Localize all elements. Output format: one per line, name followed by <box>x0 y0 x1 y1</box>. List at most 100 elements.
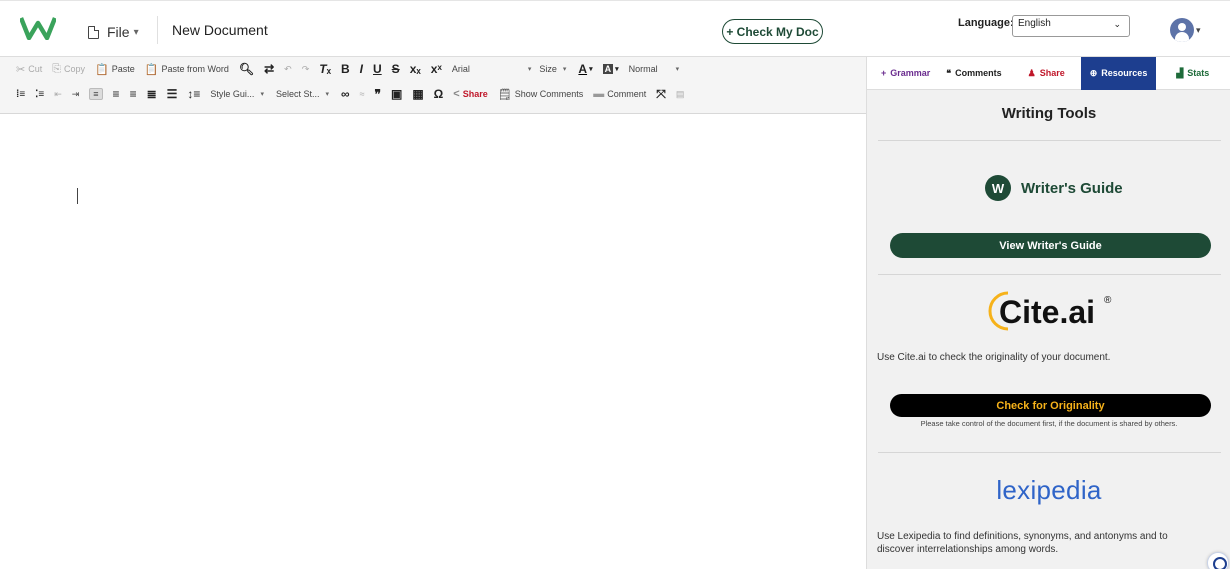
align-justify-button[interactable]: ≣ <box>147 87 157 101</box>
view-writers-guide-button[interactable]: View Writer's Guide <box>890 233 1211 258</box>
replace-button[interactable]: ⇄ <box>264 62 274 76</box>
check-originality-button[interactable]: Check for Originality <box>890 394 1211 417</box>
tab-share-label: Share <box>1039 68 1065 78</box>
numbered-list-button[interactable]: ⁞≡ <box>16 89 25 100</box>
block-format-button[interactable]: ☰ <box>167 87 178 101</box>
clear-formatting-button[interactable]: Tₓ <box>319 62 331 76</box>
file-icon <box>88 25 99 39</box>
decrease-indent-button[interactable]: ⇤ <box>54 89 62 100</box>
style-guide-select[interactable]: Style Gui... ▾ <box>210 89 264 99</box>
bold-icon: B <box>340 62 350 76</box>
life-ring-icon: ⊕ <box>1089 67 1098 78</box>
subscript-icon: xₓ <box>409 62 421 76</box>
document-body[interactable] <box>0 114 866 569</box>
undo-button[interactable]: ↶ <box>284 64 292 75</box>
clipboard-word-icon: 📋 <box>144 63 159 76</box>
tab-share[interactable]: ♟ Share <box>1010 57 1081 90</box>
avatar-menu-caret[interactable]: ▾ <box>1196 25 1201 36</box>
panel-title: Writing Tools <box>1001 105 1097 122</box>
language-select-value: English <box>1018 18 1051 29</box>
show-comments-button[interactable]: 🗒 Show Comments <box>498 88 584 101</box>
link-icon: ∞ <box>341 87 350 101</box>
align-center-icon: ≡ <box>112 87 120 101</box>
font-size-select[interactable]: ▾ Size ▾ <box>528 64 567 74</box>
writers-guide-name: Writer's Guide <box>1021 179 1123 197</box>
special-character-button[interactable]: Ω <box>434 87 444 101</box>
document-title[interactable]: New Document <box>172 22 268 38</box>
paste-button[interactable]: 📋 Paste <box>95 63 135 76</box>
copy-button[interactable]: ⎘ Copy <box>52 63 85 76</box>
text-color-button[interactable]: A ▾ <box>578 62 592 76</box>
background-color-button[interactable]: A ▾ <box>602 64 619 74</box>
maximize-button[interactable]: ⤧ <box>656 87 666 102</box>
page-break-button[interactable]: ▤ <box>676 89 685 100</box>
cite-ai-note: Please take control of the document firs… <box>920 419 1178 428</box>
image-button[interactable]: ▣ <box>391 87 402 101</box>
align-left-button[interactable]: ≡ <box>89 88 103 100</box>
find-button[interactable]: 🔍︎ <box>239 62 254 76</box>
italic-button[interactable]: I <box>360 62 363 76</box>
cite-ai-logo: Cite.ai ® <box>988 291 1112 331</box>
tab-grammar[interactable]: + Grammar <box>867 57 938 90</box>
bar-chart-icon: ▟ <box>1176 67 1184 78</box>
font-family-select[interactable]: Arial <box>452 64 516 74</box>
paragraph-format-select[interactable]: Normal ▾ <box>629 64 680 74</box>
editor-toolbar: ✂ Cut ⎘ Copy 📋 Paste 📋 Paste from Word 🔍︎ ⇄ … <box>0 57 866 114</box>
superscript-button[interactable]: xˣ <box>431 62 442 76</box>
subscript-button[interactable]: xₓ <box>410 62 421 76</box>
tab-resources[interactable]: ⊕ Resources <box>1080 56 1157 90</box>
align-center-button[interactable]: ≡ <box>113 87 120 101</box>
unlink-button[interactable]: ≈ <box>360 89 365 99</box>
toolbar-row-2: ⁞≡ ⁚≡ ⇤ ⇥ ≡ ≡ ≡ ≣ ☰ ↕≡ Style Gui... ▾ Sel… <box>16 83 694 105</box>
file-menu[interactable]: File ▾ <box>88 21 139 43</box>
tab-comments[interactable]: ❝ Comments <box>938 57 1009 90</box>
link-button[interactable]: ∞ <box>341 87 350 101</box>
chevron-down-icon: ▾ <box>133 26 139 38</box>
undo-icon: ↶ <box>284 63 292 74</box>
bulleted-list-button[interactable]: ⁚≡ <box>35 89 44 100</box>
comment-button[interactable]: ▬ Comment <box>593 88 646 100</box>
text-cursor <box>77 188 78 204</box>
toolbar-share-button[interactable]: < Share <box>453 88 487 100</box>
redo-button[interactable]: ↷ <box>302 64 310 75</box>
scissors-icon: ✂ <box>16 63 26 76</box>
cut-button[interactable]: ✂ Cut <box>16 63 42 76</box>
paste-from-word-button[interactable]: 📋 Paste from Word <box>145 63 229 76</box>
blockquote-button[interactable]: ❞ <box>375 87 381 101</box>
chevron-down-icon: ▾ <box>615 66 619 73</box>
language-select[interactable]: English ⌄ <box>1012 15 1130 37</box>
check-my-doc-button[interactable]: + Check My Doc <box>722 19 823 44</box>
unlink-icon: ≈ <box>359 89 365 99</box>
avatar[interactable] <box>1170 18 1194 42</box>
divider <box>878 140 1221 141</box>
bold-button[interactable]: B <box>341 62 350 76</box>
toolbar-row-1: ✂ Cut ⎘ Copy 📋 Paste 📋 Paste from Word 🔍︎ ⇄ … <box>16 58 691 80</box>
tab-stats[interactable]: ▟ Stats <box>1168 57 1217 90</box>
align-right-button[interactable]: ≡ <box>130 87 137 101</box>
image-icon: ▣ <box>390 87 403 101</box>
copy-label: Copy <box>64 64 86 74</box>
select-style-select[interactable]: Select St... ▾ <box>276 89 329 99</box>
paste-word-label: Paste from Word <box>161 64 229 74</box>
line-height-button[interactable]: ↕≡ <box>187 87 200 101</box>
share-icon: < <box>453 88 460 100</box>
clear-format-icon: Tₓ <box>319 62 331 76</box>
increase-indent-button[interactable]: ⇥ <box>72 89 80 100</box>
omega-icon: Ω <box>433 87 444 101</box>
app-logo[interactable] <box>20 16 56 40</box>
maximize-icon: ⤧ <box>656 86 666 101</box>
redo-icon: ↷ <box>301 63 310 74</box>
editor: ✂ Cut ⎘ Copy 📋 Paste 📋 Paste from Word 🔍︎ ⇄ … <box>0 57 866 569</box>
align-right-icon: ≡ <box>129 87 137 101</box>
comment-label: Comment <box>607 89 647 99</box>
tab-stats-label: Stats <box>1187 68 1210 78</box>
help-chat-button[interactable] <box>1207 552 1229 569</box>
table-button[interactable]: ▦ <box>412 87 423 101</box>
underline-button[interactable]: U <box>373 62 382 76</box>
align-left-icon: ≡ <box>93 89 99 99</box>
strikethrough-button[interactable]: S <box>392 62 400 76</box>
cite-ai-logo-text: Cite.ai <box>999 294 1095 330</box>
divider <box>878 274 1221 275</box>
align-justify-icon: ≣ <box>146 87 157 101</box>
user-icon: ♟ <box>1027 67 1036 78</box>
